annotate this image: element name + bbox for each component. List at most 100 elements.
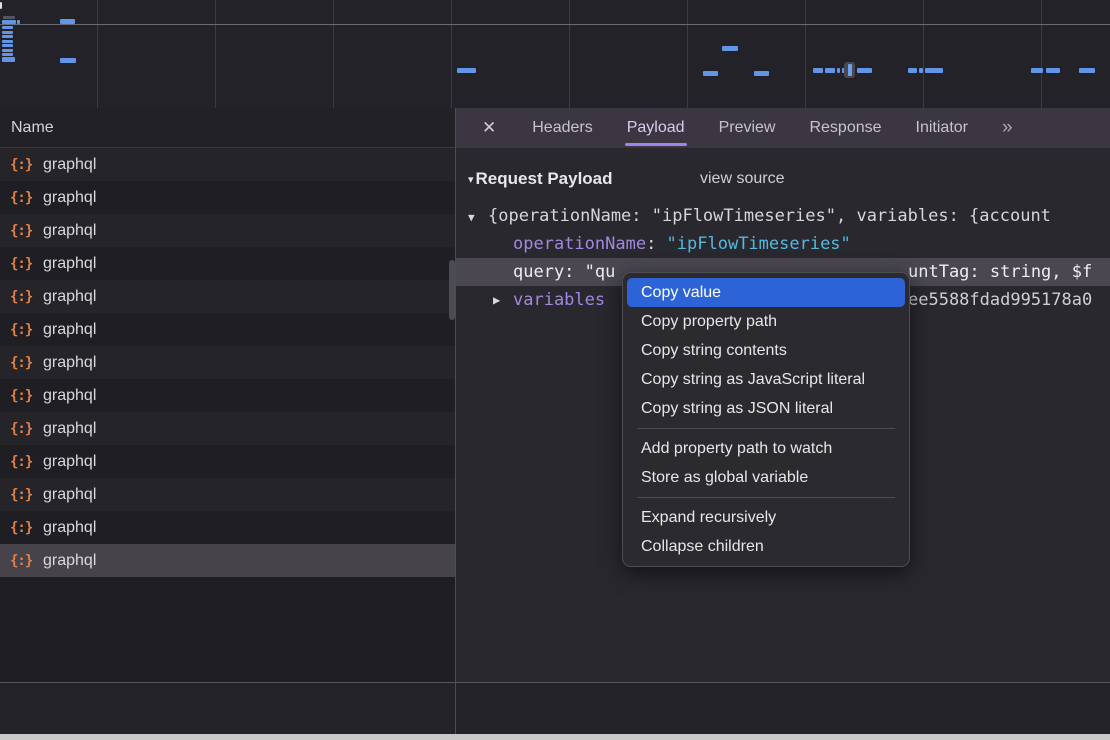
waterfall-bar <box>0 2 2 9</box>
network-request-row[interactable]: {:} graphql <box>0 346 455 379</box>
waterfall-bar <box>908 68 917 73</box>
menu-item-copy-value[interactable]: Copy value <box>627 278 905 307</box>
property-key: variables <box>456 290 605 310</box>
name-column-label: Name <box>11 119 54 137</box>
timeline-gridline <box>451 0 452 108</box>
view-source-link[interactable]: view source <box>700 170 784 188</box>
waterfall-bar <box>2 44 13 47</box>
menu-item-copy-string-contents[interactable]: Copy string contents <box>627 336 905 365</box>
network-request-row[interactable]: {:} graphql <box>0 181 455 214</box>
menu-item-store-as-global-variable[interactable]: Store as global variable <box>627 463 905 492</box>
timeline-gridline <box>215 0 216 108</box>
property-key: operationName <box>513 234 646 254</box>
network-request-row[interactable]: {:}graphql <box>0 214 455 247</box>
waterfall-bar <box>1046 68 1060 73</box>
collapsed-triangle-icon[interactable]: ▶ <box>493 286 500 314</box>
name-column-header[interactable]: Name <box>0 108 455 148</box>
menu-separator <box>637 497 895 498</box>
json-braces-icon: {:} <box>10 223 34 239</box>
tree-row-root[interactable]: ▼{operationName: "ipFlowTimeseries", var… <box>456 202 1110 230</box>
waterfall-bar <box>457 68 476 73</box>
timeline-gridline <box>923 0 924 108</box>
query-fragment-right: untTag: string, $f <box>908 258 1092 286</box>
waterfall-bar <box>925 68 943 73</box>
request-name: graphql <box>43 552 96 570</box>
request-name: graphql <box>43 453 96 471</box>
json-braces-icon: {:} <box>10 388 34 404</box>
network-request-row[interactable]: {:} graphql <box>0 511 455 544</box>
json-braces-icon: {:} <box>10 289 34 305</box>
tree-row-operation-name[interactable]: operationName: "ipFlowTimeseries" <box>456 230 1110 258</box>
timeline-gridline <box>805 0 806 108</box>
waterfall-bar <box>2 40 13 43</box>
waterfall-bar <box>754 71 769 76</box>
timeline-ruler-line <box>0 24 1110 25</box>
variables-fragment-right: ee5588fdad995178a0 <box>908 286 1092 314</box>
json-braces-icon: {:} <box>10 520 34 536</box>
context-menu: Copy valueCopy property pathCopy string … <box>622 272 910 567</box>
tab-preview[interactable]: Preview <box>719 108 776 148</box>
timeline-gridline <box>687 0 688 108</box>
waterfall-bar <box>2 57 15 62</box>
menu-item-add-property-path-to-watch[interactable]: Add property path to watch <box>627 434 905 463</box>
network-request-row[interactable]: {:} graphql <box>0 280 455 313</box>
request-name: graphql <box>43 354 96 372</box>
waterfall-bar <box>2 53 13 56</box>
detail-tabbar: ✕ Headers Payload Preview Response Initiator… <box>456 108 1110 148</box>
waterfall-bar <box>703 71 718 76</box>
more-tabs-icon[interactable]: » <box>1002 117 1011 139</box>
menu-item-expand-recursively[interactable]: Expand recursively <box>627 503 905 532</box>
waterfall-bar <box>813 68 823 73</box>
network-request-row[interactable]: {:}graphql <box>0 247 455 280</box>
network-overview-timeline[interactable] <box>0 0 1110 108</box>
request-name: graphql <box>43 189 96 207</box>
json-braces-icon: {:} <box>10 487 34 503</box>
waterfall-bar <box>848 64 852 76</box>
tab-payload[interactable]: Payload <box>627 108 685 148</box>
footer-separator <box>0 682 1110 683</box>
request-name: graphql <box>43 519 96 537</box>
network-request-row[interactable]: {:} graphql <box>0 379 455 412</box>
json-braces-icon: {:} <box>10 157 34 173</box>
tab-initiator[interactable]: Initiator <box>916 108 968 148</box>
menu-item-copy-string-as-json-literal[interactable]: Copy string as JSON literal <box>627 394 905 423</box>
waterfall-bar <box>2 26 13 29</box>
window-bottom-edge <box>0 734 1110 740</box>
network-request-row[interactable]: {:} graphql <box>0 478 455 511</box>
query-fragment-left: query: "qu <box>513 262 615 282</box>
waterfall-bar <box>3 16 15 19</box>
waterfall-bar <box>60 19 75 24</box>
menu-item-copy-property-path[interactable]: Copy property path <box>627 307 905 336</box>
network-request-row[interactable]: {:}graphql <box>0 412 455 445</box>
json-braces-icon: {:} <box>10 355 34 371</box>
request-name: graphql <box>43 387 96 405</box>
request-name: graphql <box>43 321 96 339</box>
waterfall-bar <box>1079 68 1095 73</box>
menu-item-collapse-children[interactable]: Collapse children <box>627 532 905 561</box>
request-name: graphql <box>43 486 96 504</box>
menu-item-copy-string-as-javascript-literal[interactable]: Copy string as JavaScript literal <box>627 365 905 394</box>
key-separator: : <box>646 234 666 254</box>
request-name: graphql <box>43 255 96 273</box>
network-request-row[interactable]: {:}graphql <box>0 313 455 346</box>
waterfall-bar <box>1031 68 1043 73</box>
expanded-triangle-icon[interactable]: ▼ <box>468 204 488 230</box>
tab-response[interactable]: Response <box>809 108 881 148</box>
network-request-row[interactable]: {:}graphql <box>0 445 455 478</box>
devtools-network-panel: Name {:}graphql{:}graphql{:}graphql{:}gr… <box>0 0 1110 740</box>
request-name: graphql <box>43 156 96 174</box>
json-braces-icon: {:} <box>10 421 34 437</box>
request-list: {:} graphql {:} graphql {:} graphql {:} graphql… <box>0 148 455 682</box>
active-tab-underline <box>625 143 687 146</box>
tab-headers[interactable]: Headers <box>532 108 592 148</box>
request-payload-section[interactable]: ▾ Request Payload view source <box>456 164 1110 194</box>
waterfall-bar <box>2 35 13 38</box>
timeline-gridline <box>569 0 570 108</box>
waterfall-bar <box>2 49 13 52</box>
network-request-row[interactable]: {:} graphql <box>0 148 455 181</box>
request-name: graphql <box>43 288 96 306</box>
waterfall-bar <box>919 68 923 73</box>
json-braces-icon: {:} <box>10 190 34 206</box>
close-icon[interactable]: ✕ <box>482 118 496 138</box>
network-request-row[interactable]: {:}graphql <box>0 544 455 577</box>
